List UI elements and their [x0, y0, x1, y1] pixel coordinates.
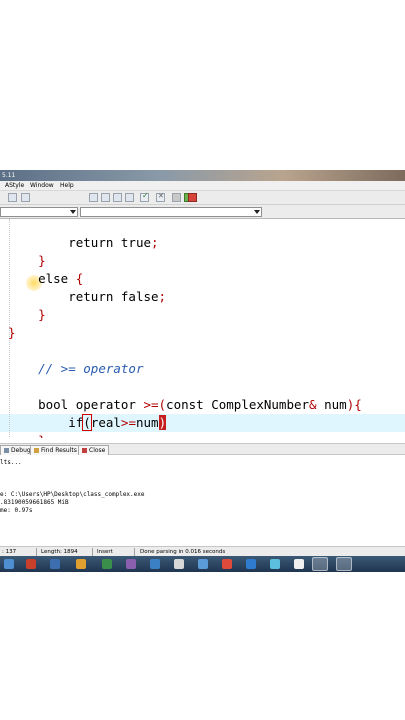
code-token: >=( [143, 397, 167, 412]
app-icon[interactable] [246, 559, 256, 569]
window-title-bar[interactable]: 5.11 [0, 170, 405, 181]
code-token: ; [158, 289, 167, 304]
toolbar [0, 191, 405, 205]
start-icon[interactable] [4, 559, 14, 569]
app-icon[interactable] [312, 557, 328, 571]
app-icon[interactable] [294, 559, 304, 569]
chevron-down-icon [254, 210, 260, 214]
code-token: } [8, 325, 16, 340]
code-line[interactable]: return true; [8, 234, 159, 252]
app-icon[interactable] [26, 559, 36, 569]
toolbar-stop-icon[interactable] [188, 193, 197, 202]
code-token: num [135, 415, 159, 430]
menu-window[interactable]: Window [30, 181, 54, 191]
build-log: lts... e: C:\Users\HP\Desktop\class_comp… [0, 455, 405, 543]
code-token: } [38, 253, 46, 268]
toolbar-layout-icon[interactable] [21, 193, 30, 202]
toolbar-abort-icon[interactable] [156, 192, 165, 202]
toolbar-check-icon[interactable] [140, 191, 149, 202]
toolbar-run-icon[interactable] [101, 193, 110, 202]
status-divider [134, 548, 135, 556]
code-token: const ComplexNumber [166, 397, 310, 412]
code-line[interactable]: // >= operator [8, 360, 143, 378]
status-divider [36, 548, 37, 556]
menu-astyle[interactable]: AStyle [5, 181, 24, 191]
tab-close[interactable]: Close [78, 445, 110, 455]
app-icon[interactable] [102, 559, 112, 569]
code-line[interactable]: else { [8, 270, 83, 288]
code-token: // >= operator [38, 361, 144, 376]
window-title: 5.11 [2, 172, 16, 179]
toolbar-build-run-icon[interactable] [113, 193, 122, 202]
toolbar-build-icon[interactable] [89, 193, 98, 202]
log-tabs: Debug Find Results Close [0, 443, 405, 455]
app-icon[interactable] [270, 559, 280, 569]
app-icon[interactable] [150, 559, 160, 569]
scope-dropdown[interactable] [0, 207, 78, 217]
combo-bar [0, 205, 405, 218]
code-token: ) [158, 415, 167, 430]
code-editor[interactable]: return true; } else { return false; }} /… [0, 218, 405, 438]
code-token: >= [120, 415, 136, 430]
menu-bar: AStyle Window Help [0, 181, 405, 191]
codeblocks-icon[interactable] [336, 557, 352, 571]
code-line[interactable]: } [8, 252, 46, 270]
log-line: e: C:\Users\HP\Desktop\class_complex.exe [0, 491, 145, 498]
app-icon[interactable] [76, 559, 86, 569]
debug-icon [4, 448, 9, 453]
log-line: lts... [0, 459, 22, 466]
code-token: } [38, 433, 46, 438]
status-bar: : 137 Length: 1894 Insert Done parsing i… [0, 546, 405, 556]
code-line[interactable]: } [8, 432, 46, 438]
code-line[interactable]: return false; [8, 288, 166, 306]
code-line[interactable]: bool operator >=(const ComplexNumber& nu… [8, 396, 362, 414]
menu-help[interactable]: Help [60, 181, 74, 191]
code-token: & [309, 397, 317, 412]
code-line[interactable]: if(real>=num) [8, 414, 167, 432]
search-icon [34, 448, 39, 453]
code-token: ; [151, 235, 159, 250]
symbol-dropdown[interactable] [80, 207, 262, 217]
toolbar-debug-icon[interactable] [172, 193, 181, 202]
toolbar-grid-icon[interactable] [8, 193, 17, 202]
code-token: real [90, 415, 121, 430]
toolbar-rebuild-icon[interactable] [125, 193, 134, 202]
app-icon[interactable] [198, 559, 208, 569]
code-line[interactable]: } [8, 324, 16, 342]
code-token: ( [82, 414, 92, 431]
close-icon [82, 448, 87, 453]
app-icon[interactable] [222, 559, 232, 569]
tab-find-results[interactable]: Find Results [30, 445, 81, 455]
code-token: num [316, 397, 347, 412]
app-icon[interactable] [50, 559, 60, 569]
log-line: .83190059661865 MiB [0, 499, 69, 506]
video-frame: 5.11 AStyle Window Help return true; } [0, 0, 405, 720]
code-token: { [75, 271, 84, 286]
code-token: if [68, 415, 84, 430]
taskbar [0, 556, 405, 572]
app-icon[interactable] [174, 559, 184, 569]
code-token: } [38, 307, 46, 322]
code-token: { [354, 397, 362, 412]
code-token: return false [68, 289, 159, 304]
code-line[interactable]: } [8, 306, 46, 324]
code-token: bool operator [38, 397, 144, 412]
app-icon[interactable] [126, 559, 136, 569]
log-line: me: 0.97s [0, 507, 33, 514]
chevron-down-icon [70, 210, 76, 214]
status-divider [92, 548, 93, 556]
code-token: return true [68, 235, 152, 250]
code-token: else [38, 271, 76, 286]
